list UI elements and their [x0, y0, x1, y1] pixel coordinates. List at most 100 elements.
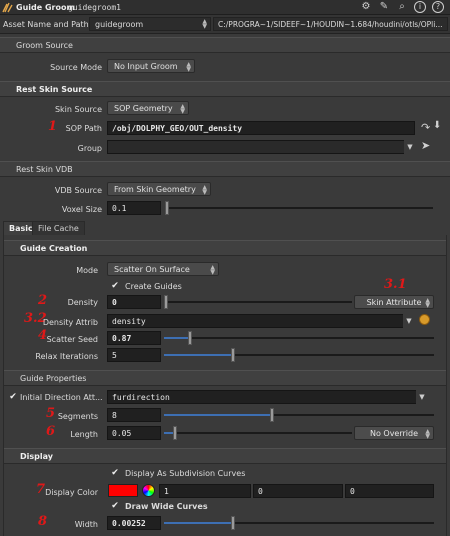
sop-path-label: SOP Path — [65, 124, 102, 133]
info-icon[interactable]: i — [414, 1, 426, 13]
node-chooser-icon[interactable]: ⬇ — [433, 120, 441, 131]
sop-path-input[interactable]: /obj/DOLPHY_GEO/OUT_density — [107, 121, 415, 135]
wrench-icon[interactable]: ✎ — [378, 1, 390, 13]
display-color-swatch[interactable] — [108, 484, 138, 497]
group-input[interactable] — [107, 140, 415, 154]
vdb-source-label: VDB Source — [54, 186, 102, 195]
initial-direction-input[interactable]: furdirection — [107, 390, 427, 404]
scatter-seed-slider[interactable] — [164, 331, 434, 345]
voxel-size-input[interactable]: 0.1 — [107, 201, 161, 215]
create-guides-checkbox[interactable]: ✔ — [110, 281, 120, 291]
group-dropdown-arrow-icon[interactable]: ▼ — [404, 140, 416, 154]
slider-knob[interactable] — [188, 331, 192, 345]
density-attrib-label: Density Attrib — [42, 318, 98, 327]
wide-curves-checkbox[interactable]: ✔ — [110, 501, 120, 511]
color-g-input[interactable]: 0 — [253, 484, 343, 498]
density-skin-attribute-dropdown[interactable]: Skin Attribute ▲ ▼ — [354, 295, 434, 309]
length-slider[interactable] — [164, 426, 352, 440]
segments-slider[interactable] — [164, 408, 434, 422]
vdb-source-value: From Skin Geometry — [114, 185, 196, 194]
source-mode-value: No Input Groom — [114, 62, 178, 71]
subdivision-curves-checkbox[interactable]: ✔ — [110, 468, 120, 478]
density-slider[interactable] — [164, 295, 352, 309]
tab-file-cache[interactable]: File Cache — [32, 221, 85, 235]
relax-iterations-input[interactable]: 5 — [107, 348, 161, 362]
node-name-field[interactable]: guidegroom1 — [68, 3, 121, 12]
segments-value: 8 — [112, 411, 117, 420]
asset-row: Asset Name and Path guidegroom ▲ ▼ C:/PRO… — [0, 15, 450, 34]
updown-arrows-icon: ▲ ▼ — [202, 184, 207, 196]
slider-knob[interactable] — [164, 295, 168, 309]
color-wheel-icon[interactable] — [142, 484, 155, 497]
skin-source-dropdown[interactable]: SOP Geometry ▲ ▼ — [107, 101, 189, 115]
density-input[interactable]: 0 — [107, 295, 161, 309]
guide-groom-node-icon — [2, 2, 13, 13]
section-title: Groom Source — [16, 41, 73, 50]
section-groom-source[interactable]: Groom Source — [0, 37, 450, 53]
initial-direction-dropdown-arrow-icon[interactable]: ▼ — [416, 390, 428, 404]
sop-path-value: /obj/DOLPHY_GEO/OUT_density — [112, 124, 243, 133]
slider-track — [164, 301, 352, 303]
section-rest-skin-source[interactable]: Rest Skin Source — [0, 81, 450, 97]
scatter-seed-value: 0.87 — [112, 334, 132, 343]
color-r-input[interactable]: 1 — [159, 484, 251, 498]
skin-source-label: Skin Source — [54, 105, 102, 114]
groom-source-body: Source Mode No Input Groom ▲ ▼ — [0, 53, 450, 81]
asset-path-field[interactable]: C:/PROGRA~1/SIDEEF~1/HOUDIN~1.684/houdin… — [213, 17, 448, 31]
density-mode-value: Skin Attribute — [366, 298, 422, 307]
density-attrib-value: density — [112, 317, 146, 326]
length-override-dropdown[interactable]: No Override ▲ ▼ — [354, 426, 434, 440]
slider-track — [164, 337, 434, 339]
rest-skin-vdb-body: VDB Source From Skin Geometry ▲ ▼ Voxel S… — [0, 177, 450, 219]
gear-icon[interactable]: ⚙ — [360, 1, 372, 13]
section-title: Rest Skin VDB — [16, 165, 73, 174]
asset-name-dropdown[interactable]: guidegroom ▲ ▼ — [89, 17, 211, 31]
initial-direction-checkbox[interactable]: ✔ — [8, 392, 18, 402]
segments-input[interactable]: 8 — [107, 408, 161, 422]
mode-dropdown[interactable]: Scatter On Surface ▲ ▼ — [107, 262, 219, 276]
density-attrib-dropdown-arrow-icon[interactable]: ▼ — [403, 314, 415, 328]
title-bar: Guide Groom guidegroom1 ⚙ ✎ ⌕ i ? — [0, 0, 450, 15]
segments-label: Segments — [57, 412, 98, 421]
relax-iterations-slider[interactable] — [164, 348, 434, 362]
section-display[interactable]: Display — [4, 448, 446, 464]
slider-knob[interactable] — [270, 408, 274, 422]
wide-curves-label: Draw Wide Curves — [125, 502, 208, 511]
updown-arrows-icon: ▲ ▼ — [202, 18, 207, 30]
mode-value: Scatter On Surface — [114, 265, 190, 274]
search-icon[interactable]: ⌕ — [396, 1, 408, 13]
updown-arrows-icon: ▲ ▼ — [210, 264, 215, 276]
initial-direction-value: furdirection — [112, 393, 170, 402]
slider-knob[interactable] — [231, 516, 235, 530]
updown-arrows-icon: ▲ ▼ — [180, 103, 185, 115]
help-icon[interactable]: ? — [432, 1, 444, 13]
width-input[interactable]: 0.00252 — [107, 516, 161, 530]
density-label: Density — [67, 298, 98, 307]
section-rest-skin-vdb[interactable]: Rest Skin VDB — [0, 161, 450, 177]
section-guide-properties[interactable]: Guide Properties — [4, 370, 446, 386]
color-r-value: 1 — [164, 487, 169, 496]
vdb-source-dropdown[interactable]: From Skin Geometry ▲ ▼ — [107, 182, 211, 196]
slider-knob[interactable] — [165, 201, 169, 215]
slider-knob[interactable] — [173, 426, 177, 440]
voxel-size-slider[interactable] — [165, 201, 433, 215]
density-attrib-input[interactable]: density — [107, 314, 415, 328]
jump-to-node-icon[interactable]: ↷ — [421, 121, 430, 134]
subdivision-curves-label: Display As Subdivision Curves — [125, 469, 246, 478]
section-guide-creation[interactable]: Guide Creation — [4, 240, 446, 256]
width-slider[interactable] — [164, 516, 434, 530]
guide-properties-body: ✔ Initial Direction Att... furdirection … — [4, 386, 446, 446]
attribute-picker-icon[interactable] — [419, 314, 430, 325]
select-arrow-icon[interactable]: ➤ — [421, 139, 430, 152]
slider-knob[interactable] — [231, 348, 235, 362]
source-mode-dropdown[interactable]: No Input Groom ▲ ▼ — [107, 59, 195, 73]
asset-name-path-label: Asset Name and Path — [3, 20, 89, 29]
scatter-seed-input[interactable]: 0.87 — [107, 331, 161, 345]
color-b-input[interactable]: 0 — [345, 484, 434, 498]
guide-creation-body: Mode Scatter On Surface ▲ ▼ ✔ Create Guid… — [4, 256, 446, 366]
rest-skin-source-body: Skin Source SOP Geometry ▲ ▼ 1 SOP Path /… — [0, 97, 450, 159]
length-input[interactable]: 0.05 — [107, 426, 161, 440]
display-body: ✔ Display As Subdivision Curves 7 Displa… — [4, 464, 446, 536]
section-title: Guide Creation — [20, 244, 88, 253]
tab-label: Basic — [9, 224, 33, 233]
